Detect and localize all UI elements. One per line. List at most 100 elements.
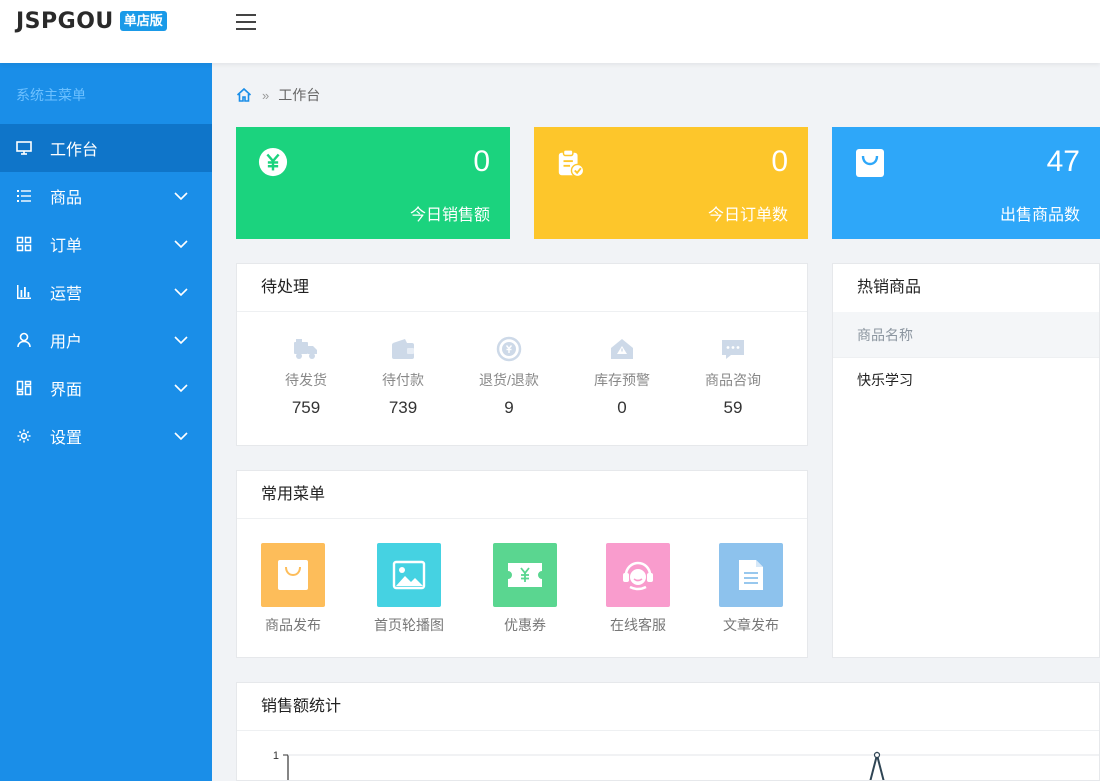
logo[interactable]: JSPGOU 单店版 — [16, 8, 167, 34]
logo-badge: 单店版 — [119, 11, 167, 31]
pending-item-to-pay[interactable]: 待付款 739 — [363, 336, 443, 418]
pending-label: 库存预警 — [594, 372, 650, 388]
pending-value: 739 — [388, 398, 418, 417]
pending-value: 759 — [291, 398, 321, 417]
sidebar-item-operations[interactable]: 运营 — [0, 268, 212, 316]
sales-chart-panel: 销售额统计 1 — [236, 682, 1100, 781]
bar-chart-icon — [17, 285, 31, 299]
sidebar-item-interface[interactable]: 界面 — [0, 364, 212, 412]
stat-label: 今日销售额 — [409, 207, 490, 224]
image-icon — [392, 560, 426, 590]
sidebar-item-products[interactable]: 商品 — [0, 172, 212, 220]
grid-icon — [16, 236, 32, 252]
bag-icon — [278, 560, 308, 590]
hot-products-panel: 热销商品 商品名称 快乐学习 — [832, 263, 1100, 658]
pending-item-refund[interactable]: 退货/退款 9 — [469, 336, 549, 418]
stat-label: 出售商品数 — [999, 207, 1080, 224]
stat-value: 0 — [771, 145, 788, 178]
quick-item-tile — [719, 543, 783, 607]
support-icon — [623, 561, 653, 591]
quick-item-tile — [377, 543, 441, 607]
refund-icon — [496, 336, 522, 362]
quick-item-publish-product[interactable]: 商品发布 — [243, 543, 343, 635]
pending-panel: 待处理 待发货 759 待付款 739 退货/退款 9 库存预警 0 商品咨询 … — [236, 263, 808, 446]
sales-line-chart: 1 — [273, 750, 1099, 780]
clipboard-check-icon — [558, 149, 585, 178]
breadcrumb-current: 工作台 — [278, 87, 321, 103]
quick-item-publish-article[interactable]: 文章发布 — [701, 543, 801, 635]
sidebar: 系统主菜单 工作台 商品 订单 运营 用户 界面 设置 — [0, 63, 212, 781]
pending-label: 退货/退款 — [479, 372, 539, 388]
sidebar-item-users[interactable]: 用户 — [0, 316, 212, 364]
sidebar-item-label: 商品 — [50, 190, 83, 207]
breadcrumb-separator: » — [262, 87, 270, 103]
monitor-icon — [16, 141, 32, 155]
quick-item-label: 文章发布 — [723, 617, 779, 633]
chevron-down-icon — [174, 240, 188, 249]
yen-icon — [258, 147, 288, 177]
home-icon[interactable] — [236, 87, 252, 103]
quick-item-tile — [261, 543, 325, 607]
panel-title: 常用菜单 — [237, 471, 807, 519]
pending-label: 待付款 — [382, 372, 424, 388]
quick-item-label: 首页轮播图 — [374, 617, 444, 633]
pending-value: 9 — [504, 398, 514, 417]
top-header: JSPGOU 单店版 — [0, 0, 1100, 63]
y-tick-label: 1 — [273, 750, 279, 762]
quick-item-coupon[interactable]: 优惠券 — [475, 543, 575, 635]
table-row[interactable]: 快乐学习 — [833, 358, 1099, 402]
sidebar-item-orders[interactable]: 订单 — [0, 220, 212, 268]
stat-card-today-sales: 0 今日销售额 — [236, 127, 510, 239]
warning-icon — [611, 339, 633, 359]
table-header: 商品名称 — [833, 312, 1099, 358]
pending-item-inquiries[interactable]: 商品咨询 59 — [693, 336, 773, 418]
chat-icon — [722, 340, 744, 359]
series-line — [869, 751, 885, 780]
pending-item-stock-alert[interactable]: 库存预警 0 — [582, 336, 662, 418]
shopping-bag-icon — [856, 149, 884, 177]
user-icon — [17, 332, 31, 348]
stat-card-today-orders: 0 今日订单数 — [534, 127, 808, 239]
pending-label: 商品咨询 — [705, 372, 761, 388]
pending-value: 59 — [723, 398, 743, 417]
sidebar-item-dashboard[interactable]: 工作台 — [0, 124, 212, 172]
document-icon — [739, 560, 763, 590]
sidebar-item-label: 工作台 — [50, 142, 99, 159]
sidebar-item-label: 订单 — [50, 238, 83, 255]
panel-title: 待处理 — [237, 264, 807, 312]
stat-card-products-on-sale: 47 出售商品数 — [832, 127, 1100, 239]
breadcrumb: » 工作台 — [236, 86, 320, 104]
stat-value: 47 — [1046, 145, 1080, 178]
panel-title: 热销商品 — [857, 279, 922, 296]
chevron-down-icon — [174, 288, 188, 297]
truck-icon — [294, 339, 317, 359]
quick-item-label: 在线客服 — [610, 617, 666, 633]
layout-icon — [16, 380, 32, 396]
panel-title: 销售额统计 — [237, 683, 1099, 731]
stat-value: 0 — [473, 145, 490, 178]
quick-item-tile — [606, 543, 670, 607]
chevron-down-icon — [174, 384, 188, 393]
logo-text: JSPGOU — [16, 8, 114, 34]
sidebar-item-label: 用户 — [50, 334, 83, 351]
coupon-icon — [508, 563, 542, 587]
sidebar-title: 系统主菜单 — [16, 87, 86, 103]
stat-label: 今日订单数 — [707, 207, 788, 224]
quick-item-tile — [493, 543, 557, 607]
pending-item-to-ship[interactable]: 待发货 759 — [266, 336, 346, 418]
pending-value: 0 — [617, 398, 627, 417]
list-icon — [17, 190, 31, 202]
sidebar-item-settings[interactable]: 设置 — [0, 412, 212, 460]
wallet-icon — [392, 339, 414, 359]
quick-item-home-carousel[interactable]: 首页轮播图 — [359, 543, 459, 635]
hamburger-menu-icon[interactable] — [236, 13, 256, 31]
quick-item-online-support[interactable]: 在线客服 — [588, 543, 688, 635]
sidebar-item-label: 运营 — [50, 286, 83, 303]
sidebar-item-label: 设置 — [50, 430, 83, 447]
chevron-down-icon — [174, 432, 188, 441]
sidebar-item-label: 界面 — [50, 382, 83, 399]
gear-icon — [17, 429, 31, 443]
data-point[interactable] — [873, 751, 881, 759]
chevron-down-icon — [174, 192, 188, 201]
chevron-down-icon — [174, 336, 188, 345]
